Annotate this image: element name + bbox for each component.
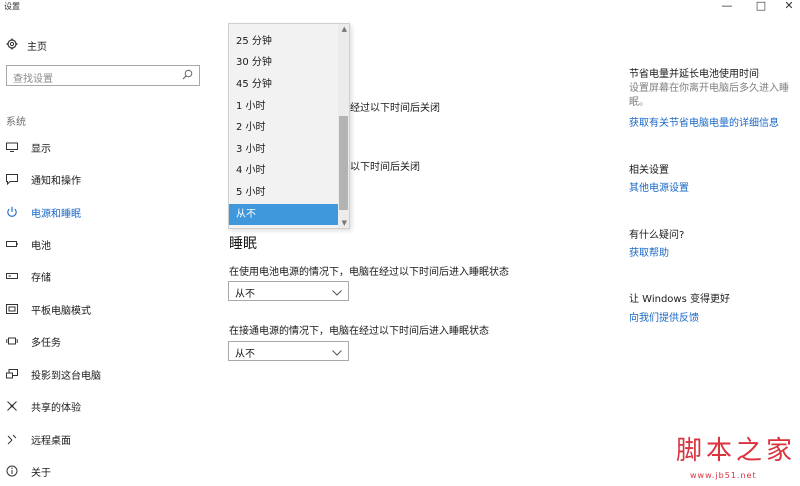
select-value: 从不 xyxy=(235,349,255,360)
feedback-heading: 让 Windows 变得更好 xyxy=(629,294,730,305)
tablet-mode-icon xyxy=(6,303,18,315)
battery-icon xyxy=(6,238,18,250)
timeout-dropdown-list[interactable]: 25 分钟 30 分钟 45 分钟 1 小时 2 小时 3 小时 4 小时 5 … xyxy=(228,23,350,229)
sidebar-item-label: 存储 xyxy=(31,272,51,284)
sleep-battery-select[interactable]: 从不 xyxy=(228,281,349,301)
chevron-down-icon xyxy=(332,288,342,299)
dropdown-scrollbar[interactable]: ▲ ▼ xyxy=(338,24,349,228)
sidebar-item-remote-desktop[interactable]: 远程桌面 xyxy=(6,430,71,448)
scrollbar-thumb[interactable] xyxy=(339,116,348,210)
gear-icon xyxy=(6,38,18,53)
dropdown-option[interactable]: 2 小时 xyxy=(229,117,338,138)
close-button[interactable]: ✕ xyxy=(772,0,800,14)
minimize-button[interactable]: — xyxy=(710,0,744,14)
sidebar-item-display[interactable]: 显示 xyxy=(6,138,51,156)
additional-power-settings-link[interactable]: 其他电源设置 xyxy=(629,179,689,194)
sleep-plugged-label: 在接通电源的情况下，电脑在经过以下时间后进入睡眠状态 xyxy=(229,326,489,337)
sidebar-item-power-sleep[interactable]: 电源和睡眠 xyxy=(6,203,81,221)
shared-experience-icon xyxy=(6,400,18,412)
screen-battery-label: 经过以下时间后关闭 xyxy=(350,103,440,114)
display-icon xyxy=(6,141,18,153)
sidebar-item-multitasking[interactable]: 多任务 xyxy=(6,332,61,350)
search-box[interactable]: 查找设置 xyxy=(6,65,200,86)
notification-icon xyxy=(6,173,18,185)
dropdown-option[interactable]: 1 小时 xyxy=(229,96,338,117)
sidebar-item-label: 通知和操作 xyxy=(31,175,81,187)
save-power-link[interactable]: 获取有关节省电脑电量的详细信息 xyxy=(629,114,779,129)
sleep-plugged-select[interactable]: 从不 xyxy=(228,341,349,361)
section-label-system: 系统 xyxy=(6,117,26,128)
scroll-up-icon[interactable]: ▲ xyxy=(342,25,347,33)
sidebar-item-battery[interactable]: 电池 xyxy=(6,235,51,253)
power-icon xyxy=(6,206,18,218)
sidebar-item-label: 投影到这台电脑 xyxy=(31,370,101,382)
project-icon xyxy=(6,368,18,380)
dropdown-option-selected[interactable]: 从不 xyxy=(229,204,338,225)
dropdown-option[interactable]: 30 分钟 xyxy=(229,52,338,73)
sidebar-item-label: 电源和睡眠 xyxy=(31,208,81,220)
sidebar-item-label: 共享的体验 xyxy=(31,402,81,414)
chevron-down-icon xyxy=(332,348,342,359)
sidebar-item-storage[interactable]: 存储 xyxy=(6,267,51,285)
sidebar-item-label: 平板电脑模式 xyxy=(31,305,91,317)
sidebar-item-about[interactable]: 关于 xyxy=(6,462,51,480)
sidebar-item-shared-experiences[interactable]: 共享的体验 xyxy=(6,397,81,415)
dropdown-option[interactable]: 3 小时 xyxy=(229,139,338,160)
dropdown-option[interactable]: 45 分钟 xyxy=(229,74,338,95)
related-settings-heading: 相关设置 xyxy=(629,165,669,176)
multitasking-icon xyxy=(6,335,18,347)
about-icon xyxy=(6,465,18,477)
scroll-down-icon[interactable]: ▼ xyxy=(342,219,347,227)
search-placeholder: 查找设置 xyxy=(13,74,53,85)
sidebar-item-label: 电池 xyxy=(31,240,51,252)
question-heading: 有什么疑问? xyxy=(629,230,685,241)
sidebar-item-label: 远程桌面 xyxy=(31,435,71,447)
sleep-battery-label: 在使用电池电源的情况下，电脑在经过以下时间后进入睡眠状态 xyxy=(229,267,509,278)
sidebar-item-label: 显示 xyxy=(31,143,51,155)
remote-desktop-icon xyxy=(6,433,18,445)
sidebar-item-project[interactable]: 投影到这台电脑 xyxy=(6,365,101,383)
sidebar-item-label: 关于 xyxy=(31,467,51,479)
nav-home[interactable]: 主页 xyxy=(6,38,47,53)
sidebar-item-notifications[interactable]: 通知和操作 xyxy=(6,170,81,188)
select-value: 从不 xyxy=(235,289,255,300)
search-icon[interactable] xyxy=(182,69,193,83)
feedback-link[interactable]: 向我们提供反馈 xyxy=(629,309,699,324)
dropdown-option[interactable]: 25 分钟 xyxy=(229,31,338,52)
dropdown-option[interactable]: 4 小时 xyxy=(229,160,338,181)
get-help-link[interactable]: 获取帮助 xyxy=(629,244,669,259)
save-power-description: 设置屏幕在你离开电脑后多久进入睡眠。 xyxy=(629,83,789,108)
watermark-logo: 脚本之家 xyxy=(676,436,797,466)
window-title: 设置 xyxy=(4,2,20,11)
screen-plugged-label: 以下时间后关闭 xyxy=(350,162,420,173)
dropdown-option[interactable]: 5 小时 xyxy=(229,182,338,203)
sidebar-item-tablet-mode[interactable]: 平板电脑模式 xyxy=(6,300,91,318)
save-power-heading: 节省电量并延长电池使用时间 xyxy=(629,69,759,80)
storage-icon xyxy=(6,270,18,282)
nav-home-label: 主页 xyxy=(27,42,47,53)
watermark-url: www.jb51.net xyxy=(690,471,757,480)
sleep-heading: 睡眠 xyxy=(229,236,257,252)
sidebar-item-label: 多任务 xyxy=(31,337,61,349)
